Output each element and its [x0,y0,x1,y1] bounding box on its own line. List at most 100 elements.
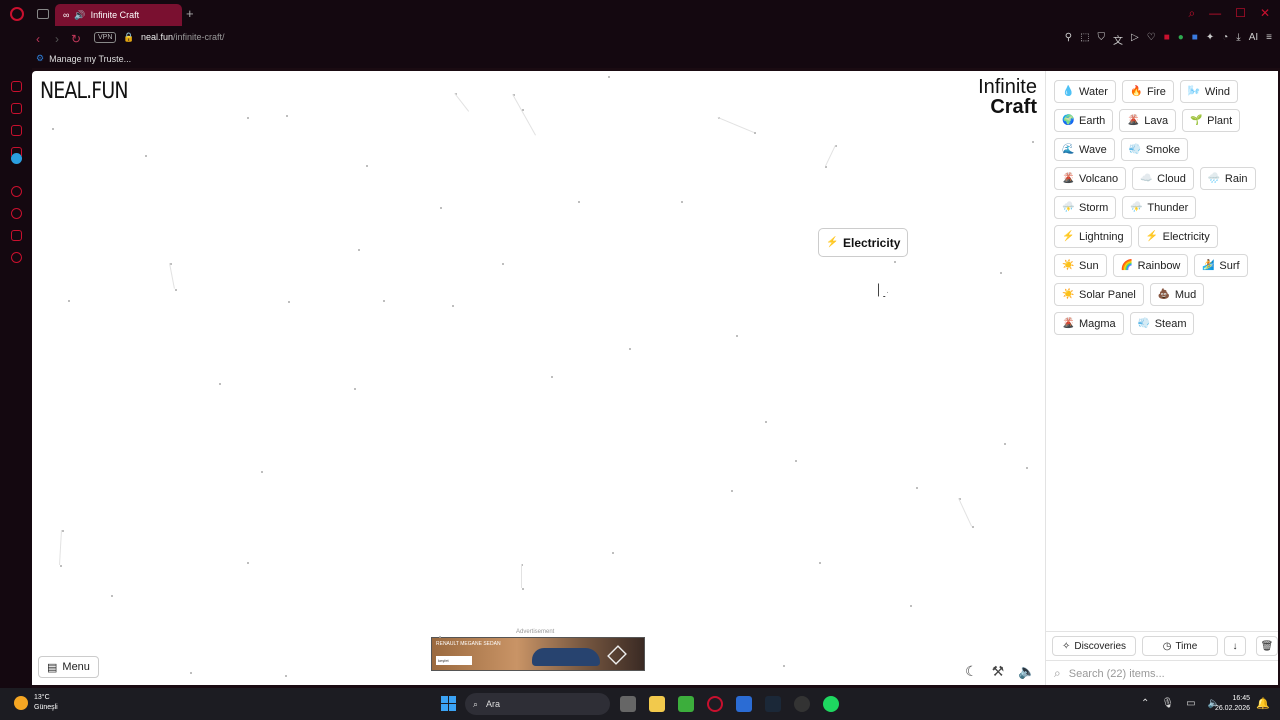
back-icon[interactable]: ‹ [36,32,40,46]
maximize-icon[interactable]: ☐ [1235,6,1246,21]
translate-icon[interactable]: 文 [1113,32,1123,47]
ai-button[interactable]: AI [1249,32,1258,47]
element-item-storm[interactable]: ⛈️ Storm [1054,196,1117,219]
sort-direction-button[interactable]: ↓ [1224,636,1246,656]
minecraft-icon[interactable] [678,696,694,712]
reload-icon[interactable]: ↻ [71,32,81,46]
taskbar-clock[interactable]: 16:45 26.02.2026 [1215,694,1250,714]
element-label: Sun [1079,259,1099,272]
element-item-rainbow[interactable]: 🌈 Rainbow [1112,254,1189,277]
element-item-thunder[interactable]: ⛈️ Thunder [1122,196,1197,219]
element-item-surf[interactable]: 🏄 Surf [1194,254,1248,277]
element-item-solar-panel[interactable]: ☀️ Solar Panel [1054,283,1144,306]
canvas-element-electricity[interactable]: ⚡ Electricity [818,228,909,257]
tray-chevron-icon[interactable]: ⌃ [1141,698,1149,709]
bookmark-item[interactable]: ⚙ Manage my Truste... [36,53,131,64]
ad-cta-button[interactable]: keşfet [436,656,472,665]
extensions-icon[interactable] [11,230,22,241]
element-item-lightning[interactable]: ⚡ Lightning [1054,225,1132,248]
clock-date: 26.02.2026 [1214,705,1250,712]
close-icon[interactable]: ✕ [1260,6,1270,21]
extension-tp-icon[interactable]: ■ [1164,32,1170,47]
neal-fun-logo[interactable]: NEAL.FUN [40,79,128,104]
microphone-icon[interactable]: 🎙 [1161,698,1174,709]
bag-icon[interactable] [11,103,22,114]
vpn-badge[interactable]: VPN [94,32,117,43]
taskbar-search[interactable]: ⌕ Ara [465,693,610,715]
element-item-fire[interactable]: 🔥 Fire [1121,80,1174,103]
menu-icon[interactable]: ≡ [1266,32,1272,47]
search-tabs-icon[interactable]: ⌕ [1188,6,1195,21]
puzzle-icon[interactable]: ✦ [1206,32,1214,47]
new-tab-button[interactable]: + [186,6,194,21]
element-emoji-icon: 🏄 [1202,260,1215,271]
element-item-earth[interactable]: 🌍 Earth [1054,109,1114,132]
search-input[interactable] [1068,667,1249,680]
element-item-magma[interactable]: 🌋 Magma [1054,312,1124,335]
tab-snap-icon[interactable] [37,9,49,19]
element-item-sun[interactable]: ☀️ Sun [1054,254,1107,277]
steam-icon[interactable] [765,696,781,712]
discoveries-button[interactable]: ✧ Discoveries [1052,636,1136,656]
browser-tab[interactable]: ∞ 🔊 Infinite Craft [55,4,182,26]
spotify-icon[interactable] [823,696,839,712]
elements-row: 🌍 Earth 🌋 Lava 🌱 Plant [1054,109,1274,132]
forward-icon[interactable]: › [55,32,59,46]
element-label: Electricity [1162,230,1210,243]
profile-icon[interactable]: ◔ [1222,32,1228,47]
shield-icon[interactable]: ⛉ [1098,32,1106,47]
notification-icon[interactable]: 🔔 [1256,697,1270,710]
settings-icon[interactable] [11,252,22,263]
telegram-icon[interactable] [11,153,22,164]
element-item-mud[interactable]: 💩 Mud [1149,283,1205,306]
element-item-cloud[interactable]: ☁️ Cloud [1132,167,1194,190]
element-item-rain[interactable]: 🌧️ Rain [1199,167,1256,190]
windows-start-icon[interactable] [441,696,456,711]
play-icon[interactable]: ▷ [1131,32,1139,47]
weather-widget[interactable]: 13°C Güneşli [14,693,58,713]
twitch-icon[interactable] [11,125,22,136]
url-field[interactable]: neal.fun/infinite-craft/ [141,32,225,42]
extension-green-icon[interactable]: ● [1178,32,1184,47]
element-label: Smoke [1145,143,1180,156]
extension-blue-icon[interactable]: ■ [1192,32,1198,47]
github-icon[interactable] [794,696,810,712]
heart-icon[interactable]: ♡ [1147,32,1156,47]
element-item-plant[interactable]: 🌱 Plant [1182,109,1241,132]
broom-icon[interactable]: ⚒ [992,663,1005,680]
element-item-lava[interactable]: 🌋 Lava [1119,109,1177,132]
element-item-electricity[interactable]: ⚡ Electricity [1137,225,1218,248]
sun-icon [14,696,28,710]
sound-icon[interactable]: 🔈 [1018,663,1035,680]
element-item-wind[interactable]: 🌬️ Wind [1179,80,1238,103]
element-item-steam[interactable]: 💨 Steam [1129,312,1195,335]
menu-button[interactable]: ▤ Menu [38,656,99,678]
elements-row: 🌋 Magma 💨 Steam [1054,312,1274,335]
minimize-icon[interactable]: — [1209,6,1221,21]
opera-logo-icon[interactable] [10,7,24,21]
clear-button[interactable]: 🗑 [1256,636,1278,656]
history-icon[interactable] [11,208,22,219]
opera-gx-icon[interactable] [707,696,723,712]
task-view-icon[interactable] [620,696,636,712]
instagram-icon[interactable] [11,186,22,197]
snapshot-icon[interactable]: ⬚ [1080,32,1089,47]
craft-canvas[interactable]: NEAL.FUN Infinite Craft ⚡ Electricity ▤ … [32,71,1045,685]
download-icon[interactable]: ⤓ [1236,32,1240,47]
sort-time-button[interactable]: ◷ Time [1142,636,1218,656]
lock-icon[interactable]: 🔒 [123,32,134,43]
element-item-smoke[interactable]: 💨 Smoke [1120,138,1188,161]
store-icon[interactable] [736,696,752,712]
background-dot [578,201,580,203]
pin-icon[interactable]: ⚲ [1065,32,1072,47]
speaker-icon[interactable]: 🔊 [74,10,85,21]
aria-icon[interactable] [11,81,22,92]
web-page: NEAL.FUN Infinite Craft ⚡ Electricity ▤ … [32,71,1278,685]
file-explorer-icon[interactable] [649,696,665,712]
element-item-wave[interactable]: 🌊 Wave [1054,138,1115,161]
network-icon[interactable]: ▭ [1186,698,1195,709]
element-item-volcano[interactable]: 🌋 Volcano [1054,167,1127,190]
element-item-water[interactable]: 💧 Water [1054,80,1116,103]
advertisement-banner[interactable]: RENAULT MEGANE SEDAN keşfet [431,637,645,671]
dark-mode-icon[interactable]: ☾ [965,663,978,680]
